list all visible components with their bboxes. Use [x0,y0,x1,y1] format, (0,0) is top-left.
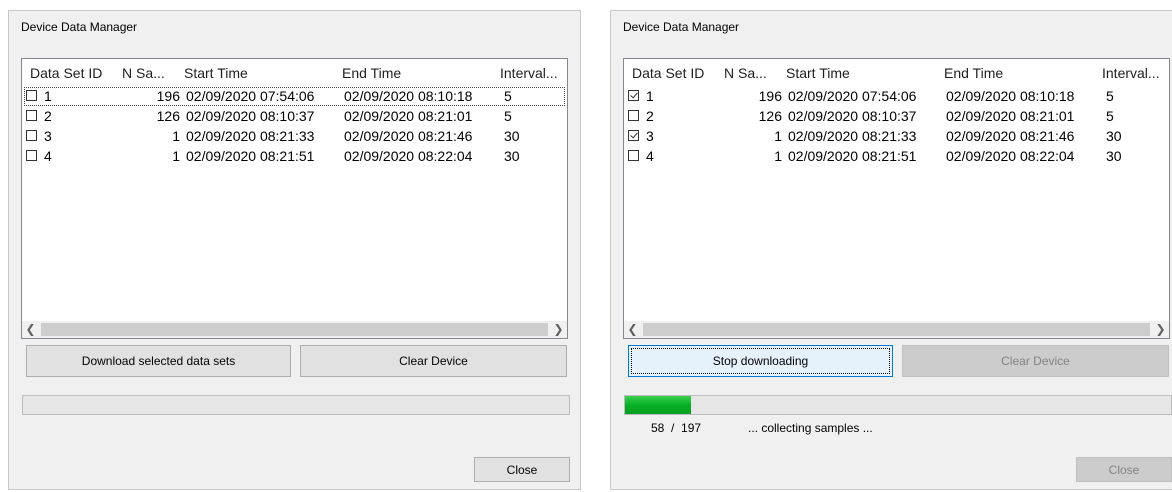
cell-data-set-id: 3 [44,128,52,144]
column-header-interval[interactable]: Interval... [1102,65,1168,81]
column-header-start-time[interactable]: Start Time [184,65,248,81]
cell-end-time: 02/09/2020 08:21:01 [344,108,473,124]
cell-interval: 30 [504,148,520,164]
cell-interval: 30 [1106,128,1122,144]
close-button[interactable]: Close [474,457,570,482]
column-header-start-time[interactable]: Start Time [786,65,850,81]
cell-data-set-id: 2 [646,108,654,124]
column-header-n-samples[interactable]: N Sa... [122,65,165,81]
cell-n-samples: 1 [774,148,782,164]
cell-start-time: 02/09/2020 08:10:37 [186,108,315,124]
cell-end-time: 02/09/2020 08:10:18 [946,88,1075,104]
cell-start-time: 02/09/2020 08:21:33 [788,128,917,144]
horizontal-scrollbar[interactable]: ❮ ❯ [22,321,567,338]
download-selected-button[interactable]: Download selected data sets [26,345,291,377]
table-row[interactable]: 4 1 02/09/2020 08:21:51 02/09/2020 08:22… [626,147,1167,166]
data-sets-list[interactable]: Data Set ID N Sa... Start Time End Time … [623,58,1170,339]
column-header-n-samples[interactable]: N Sa... [724,65,767,81]
window-title: Device Data Manager [21,20,138,34]
column-header-data-set-id[interactable]: Data Set ID [30,65,102,81]
scroll-thumb[interactable] [41,323,548,336]
cell-n-samples: 126 [758,108,782,124]
cell-interval: 30 [504,128,520,144]
row-checkbox[interactable] [26,110,37,121]
scroll-thumb[interactable] [643,323,1150,336]
cell-start-time: 02/09/2020 08:21:51 [788,148,917,164]
column-header-interval[interactable]: Interval... [500,65,566,81]
cell-interval: 5 [504,88,512,104]
clear-device-button[interactable]: Clear Device [300,345,567,377]
cell-interval: 5 [1106,88,1114,104]
row-checkbox[interactable] [26,90,37,101]
cell-data-set-id: 1 [646,88,654,104]
list-header: Data Set ID N Sa... Start Time End Time … [22,59,567,86]
chevron-right-icon[interactable]: ❯ [550,321,567,338]
cell-start-time: 02/09/2020 08:21:33 [186,128,315,144]
table-row[interactable]: 1 196 02/09/2020 07:54:06 02/09/2020 08:… [626,87,1167,106]
horizontal-scrollbar[interactable]: ❮ ❯ [624,321,1169,338]
row-checkbox[interactable] [628,150,639,161]
cell-n-samples: 1 [172,148,180,164]
table-row[interactable]: 4 1 02/09/2020 08:21:51 02/09/2020 08:22… [24,147,565,166]
table-row[interactable]: 2 126 02/09/2020 08:10:37 02/09/2020 08:… [24,107,565,126]
cell-n-samples: 126 [156,108,180,124]
row-checkbox[interactable] [628,90,639,101]
cell-data-set-id: 2 [44,108,52,124]
window-title: Device Data Manager [623,20,740,34]
cell-interval: 5 [1106,108,1114,124]
cell-n-samples: 1 [774,128,782,144]
cell-end-time: 02/09/2020 08:21:46 [946,128,1075,144]
cell-start-time: 02/09/2020 07:54:06 [186,88,315,104]
sample-count-text: 58 / 197 [651,421,702,435]
device-data-manager-window-idle: Device Data Manager Data Set ID N Sa... … [8,10,581,490]
cell-data-set-id: 4 [44,148,52,164]
cell-n-samples: 1 [172,128,180,144]
table-row[interactable]: 3 1 02/09/2020 08:21:33 02/09/2020 08:21… [24,127,565,146]
cell-end-time: 02/09/2020 08:21:46 [344,128,473,144]
row-checkbox[interactable] [26,150,37,161]
data-sets-list[interactable]: Data Set ID N Sa... Start Time End Time … [21,58,568,339]
cell-end-time: 02/09/2020 08:22:04 [946,148,1075,164]
cell-interval: 30 [1106,148,1122,164]
column-header-end-time[interactable]: End Time [944,65,1003,81]
cell-data-set-id: 3 [646,128,654,144]
cell-end-time: 02/09/2020 08:21:01 [946,108,1075,124]
row-checkbox[interactable] [628,110,639,121]
cell-end-time: 02/09/2020 08:10:18 [344,88,473,104]
close-button[interactable]: Close [1076,457,1172,482]
cell-data-set-id: 1 [44,88,52,104]
cell-data-set-id: 4 [646,148,654,164]
cell-start-time: 02/09/2020 08:10:37 [788,108,917,124]
column-header-data-set-id[interactable]: Data Set ID [632,65,704,81]
table-row[interactable]: 3 1 02/09/2020 08:21:33 02/09/2020 08:21… [626,127,1167,146]
chevron-left-icon[interactable]: ❮ [624,321,641,338]
cell-interval: 5 [504,108,512,124]
chevron-left-icon[interactable]: ❮ [22,321,39,338]
download-progress-bar [22,395,570,415]
row-checkbox[interactable] [628,130,639,141]
list-header: Data Set ID N Sa... Start Time End Time … [624,59,1169,86]
table-row[interactable]: 2 126 02/09/2020 08:10:37 02/09/2020 08:… [626,107,1167,126]
stop-downloading-button[interactable]: Stop downloading [628,345,893,377]
device-data-manager-window-downloading: Device Data Manager Data Set ID N Sa... … [610,10,1172,490]
status-message: ... collecting samples ... [748,421,873,435]
cell-start-time: 02/09/2020 07:54:06 [788,88,917,104]
cell-start-time: 02/09/2020 08:21:51 [186,148,315,164]
cell-n-samples: 196 [758,88,782,104]
clear-device-button[interactable]: Clear Device [902,345,1169,377]
row-checkbox[interactable] [26,130,37,141]
table-row[interactable]: 1 196 02/09/2020 07:54:06 02/09/2020 08:… [24,87,565,106]
progress-fill [625,396,691,414]
chevron-right-icon[interactable]: ❯ [1152,321,1169,338]
download-progress-bar [624,395,1172,415]
column-header-end-time[interactable]: End Time [342,65,401,81]
cell-n-samples: 196 [156,88,180,104]
cell-end-time: 02/09/2020 08:22:04 [344,148,473,164]
